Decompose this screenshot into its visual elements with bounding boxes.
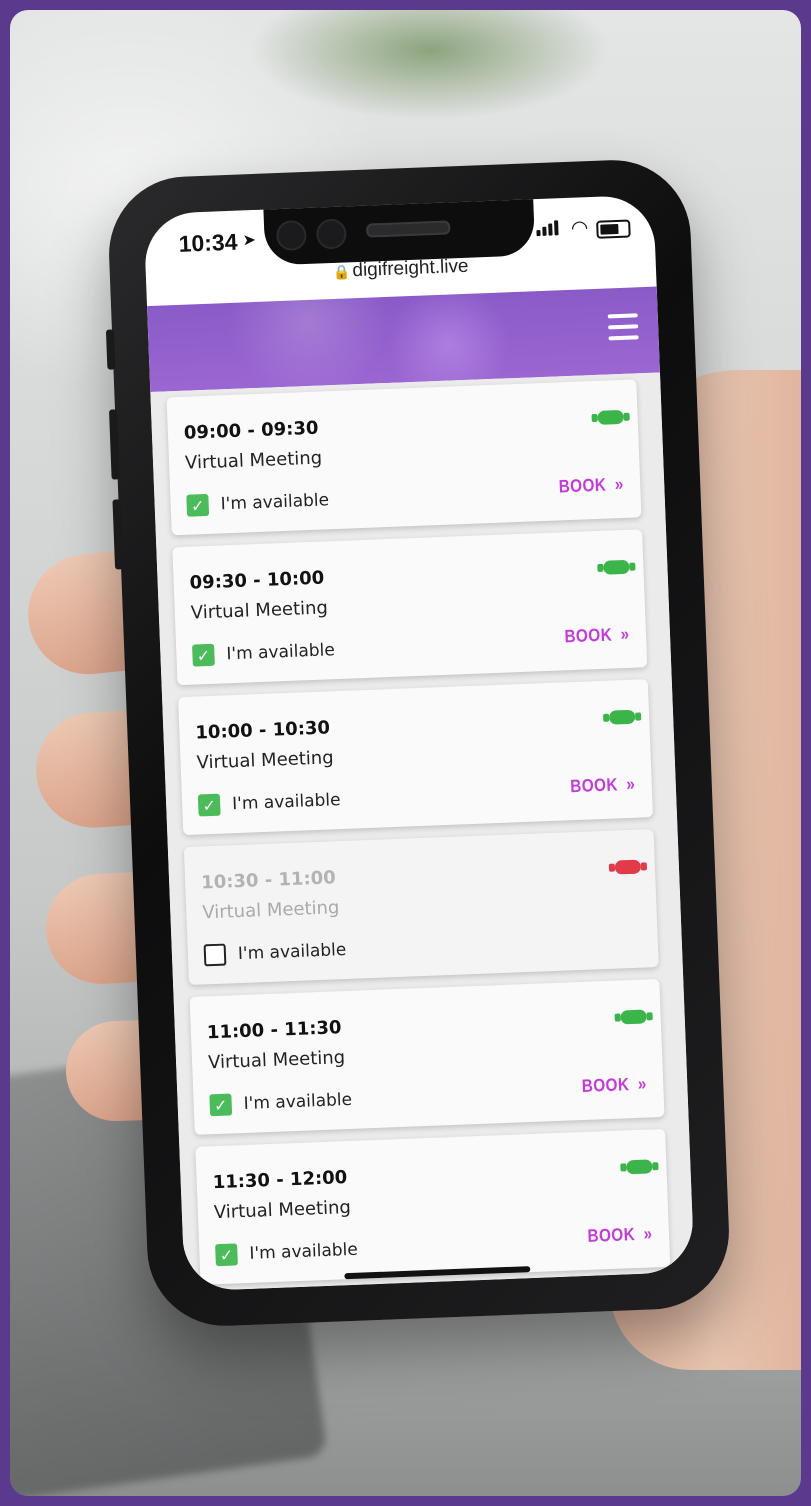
lock-icon: 🔒 bbox=[332, 263, 351, 280]
speaker-icon bbox=[366, 220, 451, 238]
double-chevron-right-icon: » bbox=[643, 1223, 654, 1244]
slot-card-unavailable: 10:30 - 11:00 Virtual Meeting I'm availa… bbox=[183, 829, 659, 986]
availability-toggle[interactable]: ✓ I'm available bbox=[209, 1089, 353, 1117]
slot-time: 09:00 - 09:30 bbox=[183, 417, 319, 444]
slot-list: 09:00 - 09:30 Virtual Meeting ✓ I'm avai… bbox=[150, 372, 695, 1292]
photo-background: 10:34 ➤ ◠ 🔒digifreight.live 09:00 - 09:3… bbox=[10, 10, 801, 1496]
mute-switch bbox=[105, 329, 116, 370]
slot-time: 10:30 - 11:00 bbox=[200, 867, 337, 894]
double-chevron-right-icon: » bbox=[620, 623, 631, 645]
slot-card: 11:00 - 11:30 Virtual Meeting ✓ I'm avai… bbox=[189, 978, 665, 1135]
notch bbox=[263, 197, 536, 266]
camera-icon bbox=[275, 219, 307, 252]
slot-type: Virtual Meeting bbox=[190, 597, 329, 624]
book-label: BOOK bbox=[558, 474, 608, 497]
checkbox-unchecked-icon[interactable] bbox=[203, 943, 227, 967]
handshake-icon bbox=[603, 559, 630, 575]
checkbox-checked-icon[interactable]: ✓ bbox=[186, 493, 210, 517]
slot-type: Virtual Meeting bbox=[201, 897, 340, 924]
book-button[interactable]: BOOK » bbox=[588, 1223, 654, 1246]
volume-down-button bbox=[112, 499, 124, 570]
slot-time: 09:30 - 10:00 bbox=[189, 567, 325, 594]
checkbox-checked-icon[interactable]: ✓ bbox=[192, 643, 215, 667]
wifi-icon: ◠ bbox=[570, 217, 589, 240]
availability-toggle[interactable]: ✓ I'm available bbox=[186, 489, 330, 517]
checkbox-checked-icon[interactable]: ✓ bbox=[215, 1243, 238, 1267]
battery-icon bbox=[596, 219, 631, 239]
slot-type: Virtual Meeting bbox=[213, 1196, 352, 1224]
book-button[interactable]: BOOK » bbox=[565, 624, 631, 647]
availability-toggle[interactable]: ✓ I'm available bbox=[215, 1239, 359, 1267]
cellular-signal-icon bbox=[536, 220, 559, 237]
double-chevron-right-icon: » bbox=[626, 773, 637, 795]
availability-toggle[interactable]: ✓ I'm available bbox=[192, 639, 336, 667]
book-button[interactable]: BOOK » bbox=[570, 774, 636, 797]
handshake-icon bbox=[620, 1009, 647, 1025]
hamburger-menu-icon[interactable] bbox=[607, 313, 639, 342]
slot-time: 11:00 - 11:30 bbox=[206, 1017, 342, 1044]
book-label: BOOK bbox=[581, 1074, 631, 1096]
phone-screen: 10:34 ➤ ◠ 🔒digifreight.live 09:00 - 09:3… bbox=[143, 194, 695, 1292]
handshake-icon bbox=[597, 409, 624, 425]
double-chevron-right-icon: » bbox=[614, 473, 625, 495]
book-button[interactable]: BOOK » bbox=[582, 1073, 648, 1096]
slot-type: Virtual Meeting bbox=[196, 747, 335, 774]
availability-label: I'm available bbox=[220, 490, 330, 515]
phone-device: 10:34 ➤ ◠ 🔒digifreight.live 09:00 - 09:3… bbox=[105, 157, 732, 1329]
book-label: BOOK bbox=[570, 774, 619, 797]
volume-up-button bbox=[108, 409, 120, 480]
book-label: BOOK bbox=[587, 1224, 636, 1246]
availability-toggle[interactable]: ✓ I'm available bbox=[197, 789, 341, 817]
slot-card: 09:30 - 10:00 Virtual Meeting ✓ I'm avai… bbox=[172, 529, 648, 686]
availability-label: I'm available bbox=[243, 1089, 353, 1114]
book-label: BOOK bbox=[564, 624, 613, 647]
slot-card: 11:30 - 12:00 Virtual Meeting ✓ I'm avai… bbox=[195, 1128, 671, 1285]
book-button[interactable]: BOOK » bbox=[559, 474, 625, 497]
slot-time: 11:30 - 12:00 bbox=[212, 1167, 348, 1194]
availability-toggle[interactable]: I'm available bbox=[203, 939, 347, 967]
slot-type: Virtual Meeting bbox=[207, 1047, 346, 1074]
availability-label: I'm available bbox=[249, 1239, 359, 1264]
sensor-icon bbox=[315, 218, 347, 250]
status-time: 10:34 bbox=[178, 228, 238, 257]
location-arrow-icon: ➤ bbox=[242, 231, 257, 250]
handshake-icon bbox=[626, 1159, 653, 1175]
checkbox-checked-icon[interactable]: ✓ bbox=[197, 793, 221, 817]
availability-label: I'm available bbox=[231, 790, 341, 815]
availability-label: I'm available bbox=[237, 939, 347, 965]
availability-label: I'm available bbox=[226, 640, 336, 665]
handshake-icon bbox=[608, 709, 636, 725]
double-chevron-right-icon: » bbox=[637, 1073, 648, 1094]
handshake-icon bbox=[614, 859, 642, 875]
slot-card: 10:00 - 10:30 Virtual Meeting ✓ I'm avai… bbox=[178, 679, 654, 836]
slot-time: 10:00 - 10:30 bbox=[195, 717, 331, 744]
slot-card: 09:00 - 09:30 Virtual Meeting ✓ I'm avai… bbox=[166, 379, 642, 536]
checkbox-checked-icon[interactable]: ✓ bbox=[209, 1093, 233, 1117]
slot-type: Virtual Meeting bbox=[184, 447, 323, 474]
